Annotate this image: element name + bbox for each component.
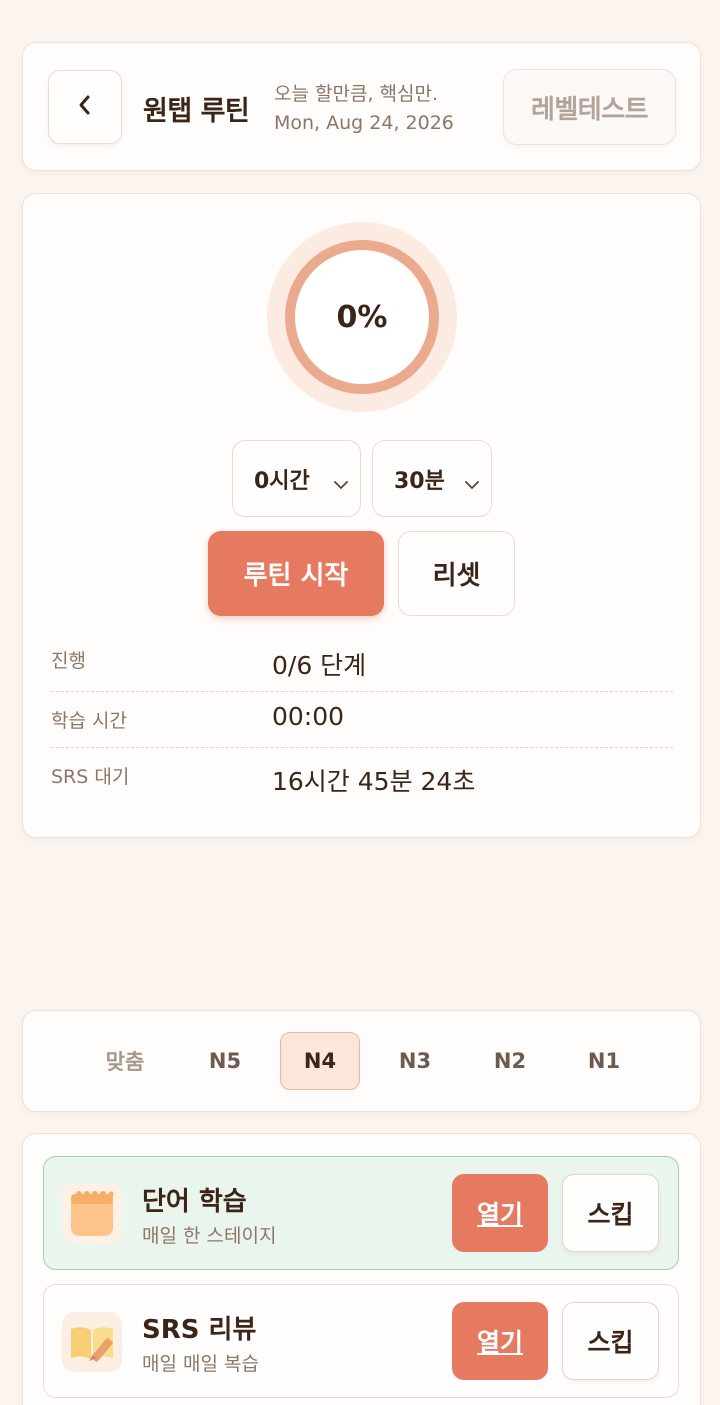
skip-button[interactable]: 스킵 <box>562 1174 659 1252</box>
notepad-icon <box>62 1183 122 1243</box>
task-list: 단어 학습 매일 한 스테이지 열기 스킵 SRS 리뷰 매일 매일 복습 열기… <box>22 1133 701 1405</box>
current-date: Mon, Aug 24, 2026 <box>274 112 454 134</box>
start-routine-button[interactable]: 루틴 시작 <box>208 531 384 616</box>
tab-n3[interactable]: N3 <box>375 1032 455 1090</box>
stat-value: 00:00 <box>272 702 345 731</box>
tab-n1[interactable]: N1 <box>564 1032 644 1090</box>
tab-n2[interactable]: N2 <box>470 1032 550 1090</box>
stat-row-study-time: 학습 시간 00:00 <box>51 692 673 748</box>
page-tagline: 오늘 할만큼, 핵심만. <box>274 83 438 105</box>
stat-label: 진행 <box>51 650 86 672</box>
task-subtitle: 매일 한 스테이지 <box>142 1225 277 1247</box>
progress-percent: 0% <box>336 299 388 335</box>
progress-ring: 0% <box>267 222 457 412</box>
skip-button[interactable]: 스킵 <box>562 1302 659 1380</box>
book-pencil-icon <box>62 1312 122 1372</box>
reset-button[interactable]: 리셋 <box>398 531 515 616</box>
level-test-button[interactable]: 레벨테스트 <box>503 69 676 145</box>
task-item-srs-review: SRS 리뷰 매일 매일 복습 열기 스킵 <box>43 1284 679 1398</box>
stat-value: 16시간 45분 24초 <box>272 767 476 796</box>
task-item-vocabulary: 단어 학습 매일 한 스테이지 열기 스킵 <box>43 1156 679 1270</box>
minutes-select[interactable]: 30분 <box>372 440 492 517</box>
tab-custom[interactable]: 맞춤 <box>85 1032 165 1090</box>
chevron-down-icon <box>334 471 348 496</box>
hours-value: 0시간 <box>254 468 310 494</box>
stat-row-srs-wait: SRS 대기 16시간 45분 24초 <box>51 748 673 804</box>
tab-n5[interactable]: N5 <box>185 1032 265 1090</box>
chevron-left-icon <box>76 94 94 120</box>
open-button[interactable]: 열기 <box>452 1174 548 1252</box>
task-title: 단어 학습 <box>142 1187 247 1217</box>
stat-row-progress: 진행 0/6 단계 <box>51 636 673 692</box>
back-button[interactable] <box>48 70 122 144</box>
header-card: 원탭 루틴 오늘 할만큼, 핵심만. Mon, Aug 24, 2026 레벨테… <box>22 42 701 171</box>
chevron-down-icon <box>465 471 479 496</box>
stat-value: 0/6 단계 <box>272 651 367 680</box>
open-button[interactable]: 열기 <box>452 1302 548 1380</box>
tab-n4[interactable]: N4 <box>280 1032 360 1090</box>
stat-label: SRS 대기 <box>51 766 130 788</box>
hours-select[interactable]: 0시간 <box>232 440 361 517</box>
page-title: 원탭 루틴 <box>143 96 250 127</box>
minutes-value: 30분 <box>394 468 445 494</box>
task-title: SRS 리뷰 <box>142 1315 257 1345</box>
level-tabs: 맞춤 N5 N4 N3 N2 N1 <box>22 1010 701 1112</box>
task-subtitle: 매일 매일 복습 <box>142 1353 259 1375</box>
routine-card: 0% 0시간 30분 루틴 시작 리셋 진행 0/6 단계 학습 시간 00:0… <box>22 193 701 838</box>
stat-label: 학습 시간 <box>51 710 127 732</box>
